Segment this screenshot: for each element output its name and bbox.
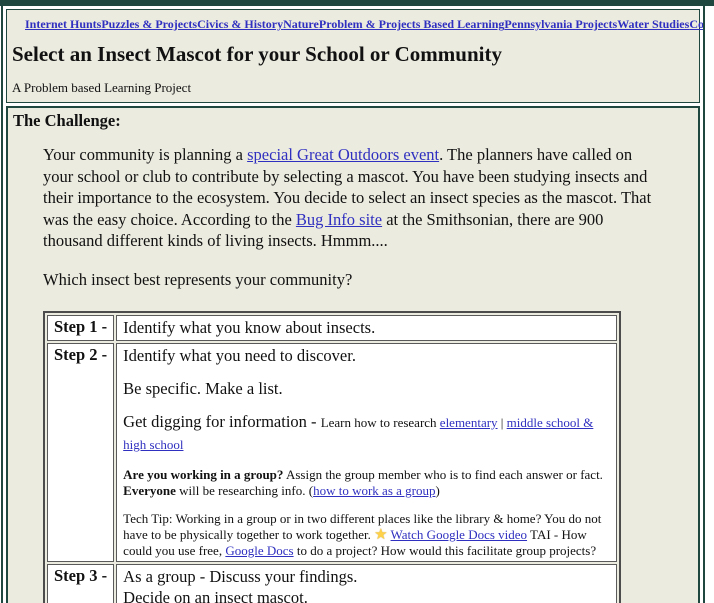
text: Be specific. Make a list. bbox=[123, 379, 283, 398]
nav-problem-projects-based-learning[interactable]: Problem & Projects Based Learning bbox=[319, 17, 505, 32]
step-paragraph: Be specific. Make a list. bbox=[123, 378, 610, 399]
text: Are you working in a group? bbox=[123, 467, 284, 482]
text: Your community is planning a bbox=[43, 145, 248, 164]
link-how-to-work-as-a-group[interactable]: how to work as a group bbox=[313, 483, 435, 498]
star-icon: ★ bbox=[374, 527, 388, 543]
link-bug-info-site[interactable]: Bug Info site bbox=[296, 210, 382, 229]
page-frame: Internet Hunts Puzzles & Projects Civics &… bbox=[1, 6, 705, 603]
nav-pennsylvania-projects[interactable]: Pennsylvania Projects bbox=[504, 17, 617, 32]
page-title: Select an Insect Mascot for your School … bbox=[12, 42, 502, 66]
nav-nature[interactable]: Nature bbox=[283, 17, 319, 32]
steps-table: Step 1 - Identify what you know about ins… bbox=[43, 311, 621, 603]
text: | bbox=[497, 415, 507, 430]
text: Everyone bbox=[123, 483, 176, 498]
step-label: Step 3 - bbox=[47, 564, 115, 603]
step-paragraph: Identify what you need to discover. bbox=[123, 345, 610, 366]
nav-internet-hunts[interactable]: Internet Hunts bbox=[25, 17, 101, 32]
text: Decide on an insect mascot. bbox=[123, 588, 308, 603]
step-content: As a group - Discuss your findings. Decid… bbox=[116, 564, 617, 603]
step-content: Identify what you need to discover. Be sp… bbox=[116, 343, 617, 562]
challenge-box: The Challenge: Your community is plannin… bbox=[6, 106, 700, 603]
link-google-docs[interactable]: Google Docs bbox=[225, 543, 293, 558]
text: Identify what you need to discover. bbox=[123, 346, 356, 365]
link-special-great-outdoors-event[interactable]: special Great Outdoors event bbox=[247, 145, 439, 164]
text: Learn how to research bbox=[320, 415, 440, 430]
top-nav: Internet Hunts Puzzles & Projects Civics &… bbox=[11, 12, 703, 34]
table-row: Step 3 - As a group - Discuss your findin… bbox=[47, 564, 617, 603]
step-paragraph: Are you working in a group? Assign the g… bbox=[123, 467, 610, 499]
challenge-heading: The Challenge: bbox=[13, 111, 121, 130]
challenge-intro: Your community is planning a special Gre… bbox=[43, 144, 652, 252]
step-label: Step 1 - bbox=[47, 315, 115, 341]
step-label: Step 2 - bbox=[47, 343, 115, 562]
text: Assign the group member who is to find e… bbox=[283, 467, 603, 482]
table-row: Step 2 - Identify what you need to discov… bbox=[47, 343, 617, 562]
link-watch-google-docs-video[interactable]: Watch Google Docs video bbox=[391, 527, 528, 542]
text: will be researching info. ( bbox=[175, 483, 314, 498]
nav-water-studies[interactable]: Water Studies bbox=[617, 17, 689, 32]
header-box: Internet Hunts Puzzles & Projects Civics &… bbox=[6, 9, 703, 103]
nav-puzzles-projects[interactable]: Puzzles & Projects bbox=[101, 17, 197, 32]
steps-table-body: Step 1 - Identify what you know about ins… bbox=[47, 315, 617, 603]
text: to do a project? How would this facilita… bbox=[293, 543, 597, 558]
step-paragraph: Get digging for information - Learn how … bbox=[123, 411, 610, 455]
nav-computers[interactable]: Computers bbox=[689, 17, 703, 32]
text: Get digging for information - bbox=[123, 412, 321, 431]
step-paragraph: As a group - Discuss your findings. Decid… bbox=[123, 566, 610, 603]
text: ) bbox=[435, 483, 440, 498]
nav-civics-history[interactable]: Civics & History bbox=[197, 17, 283, 32]
step-paragraph: Tech Tip: Working in a group or in two d… bbox=[123, 511, 610, 559]
table-row: Step 1 - Identify what you know about ins… bbox=[47, 315, 617, 341]
step-content: Identify what you know about insects. bbox=[116, 315, 617, 341]
step-paragraph: Identify what you know about insects. bbox=[123, 317, 610, 338]
text: As a group - Discuss your findings. bbox=[123, 567, 358, 586]
link-elementary[interactable]: elementary bbox=[440, 415, 498, 430]
text: Identify what you know about insects. bbox=[123, 318, 376, 337]
page-subtitle: A Problem based Learning Project bbox=[12, 80, 192, 95]
challenge-question: Which insect best represents your commun… bbox=[43, 269, 353, 289]
